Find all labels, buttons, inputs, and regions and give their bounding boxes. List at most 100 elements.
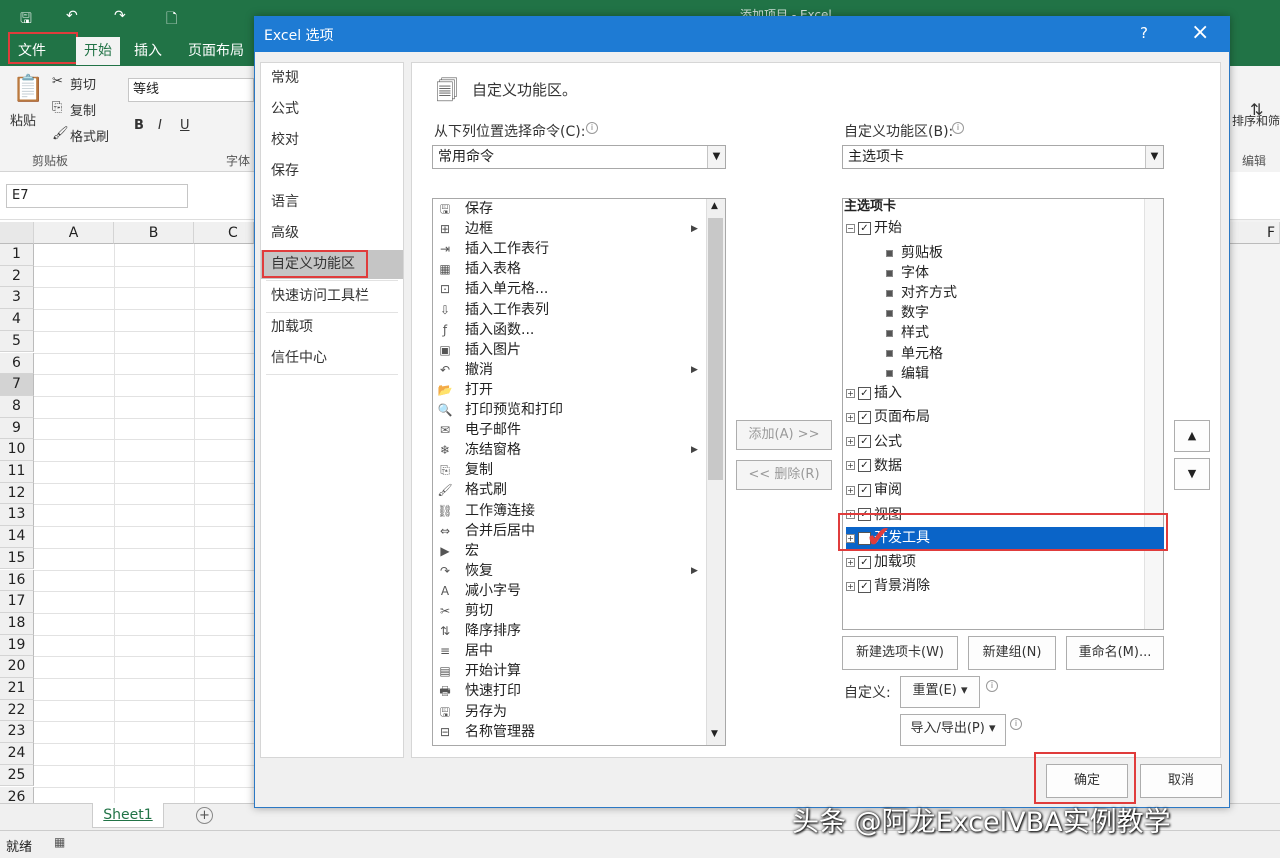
customize-ribbon-select[interactable]: 主选项卡 ▼ (842, 145, 1164, 169)
help-button[interactable]: ? (1140, 24, 1148, 42)
tree-tab[interactable]: + ✓ 公式 (846, 431, 902, 453)
row-header[interactable]: 10 (0, 439, 34, 461)
paste-button[interactable]: 粘贴 (10, 110, 36, 129)
command-item[interactable]: 📂 打开 (433, 380, 705, 400)
row-header[interactable]: 20 (0, 656, 34, 678)
sort-filter-button[interactable]: 排序和筛 (1232, 112, 1280, 129)
nav-item[interactable]: 信任中心 (261, 344, 403, 373)
row-header[interactable]: 11 (0, 461, 34, 483)
tree-tab[interactable]: + ✓ 背景消除 (846, 575, 930, 597)
move-down-button[interactable]: ▼ (1174, 458, 1210, 490)
add-button[interactable]: 添加(A) >> (736, 420, 832, 450)
command-item[interactable]: ⊟ 名称管理器 (433, 722, 705, 742)
font-name-box[interactable]: 等线 (128, 78, 254, 102)
redo-icon[interactable]: ↷ (114, 8, 126, 24)
tree-group[interactable]: 数字 (886, 302, 929, 324)
bold-button[interactable]: B (134, 118, 144, 133)
command-item[interactable]: ⛓ 工作簿连接 (433, 501, 705, 521)
tree-tab[interactable]: + ✓ 数据 (846, 455, 902, 477)
row-header[interactable]: 16 (0, 569, 34, 592)
row-header[interactable]: 4 (0, 309, 34, 331)
rename-button[interactable]: 重命名(M)... (1066, 636, 1164, 670)
import-export-button[interactable]: 导入/导出(P) ▾ (900, 714, 1006, 746)
nav-item[interactable]: 快速访问工具栏 (261, 282, 403, 311)
tree-group[interactable]: 对齐方式 (886, 282, 957, 304)
sheet-tab[interactable]: Sheet1 (92, 803, 164, 828)
row-header[interactable]: 2 (0, 265, 34, 288)
nav-item[interactable]: 常规 (261, 64, 403, 93)
tree-tab[interactable]: + ✓ 页面布局 (846, 406, 930, 428)
command-item[interactable]: ⇔ 合并后居中 (433, 521, 705, 541)
select-all-corner[interactable] (0, 222, 34, 244)
reset-button[interactable]: 重置(E) ▾ (900, 676, 980, 708)
tab-insert[interactable]: 插入 (126, 37, 170, 65)
row-header[interactable]: 25 (0, 764, 34, 787)
row-header[interactable]: 19 (0, 634, 34, 657)
column-header-c[interactable]: C (194, 222, 254, 244)
row-header[interactable]: 9 (0, 417, 34, 440)
row-header[interactable]: 15 (0, 547, 34, 570)
format-painter-button[interactable]: 格式刷 (70, 126, 109, 145)
macro-record-icon[interactable]: ▦ (54, 835, 65, 849)
command-item[interactable]: ƒ 插入函数... (433, 320, 705, 340)
command-item[interactable]: 🖫 保存 (433, 199, 705, 219)
row-header[interactable]: 13 (0, 504, 34, 527)
command-item[interactable]: ▦ 插入表格 (433, 259, 705, 279)
row-header[interactable]: 6 (0, 352, 34, 375)
tree-scrollbar[interactable] (1144, 199, 1163, 629)
tree-group[interactable]: 剪贴板 (886, 242, 943, 264)
row-header[interactable]: 12 (0, 482, 34, 505)
command-item[interactable]: ↷ 恢复 ▶ (433, 561, 705, 581)
cut-button[interactable]: 剪切 (70, 74, 96, 93)
command-item[interactable]: ⊡ 插入单元格... (433, 279, 705, 299)
command-item[interactable]: ↶ 撤消 ▶ (433, 360, 705, 380)
new-tab-button[interactable]: 新建选项卡(W) (842, 636, 958, 670)
tree-group[interactable]: 样式 (886, 322, 929, 344)
copy-button[interactable]: 复制 (70, 100, 96, 119)
close-icon[interactable]: × (1191, 20, 1209, 45)
row-header[interactable]: 18 (0, 612, 34, 635)
row-header[interactable]: 23 (0, 721, 34, 744)
command-item[interactable]: ⇅ 降序排序 (433, 621, 705, 641)
remove-button[interactable]: << 删除(R) (736, 460, 832, 490)
command-item[interactable]: ⇥ 插入工作表行 (433, 239, 705, 259)
move-up-button[interactable]: ▲ (1174, 420, 1210, 452)
cancel-button[interactable]: 取消 (1140, 764, 1222, 798)
nav-item[interactable]: 保存 (261, 157, 403, 186)
row-header[interactable]: 21 (0, 678, 34, 700)
row-header[interactable]: 17 (0, 591, 34, 613)
paste-icon[interactable]: 📋 (12, 74, 44, 104)
underline-button[interactable]: U (180, 118, 190, 133)
command-item[interactable]: ▣ 插入图片 (433, 340, 705, 360)
command-item[interactable]: ✂ 剪切 (433, 601, 705, 621)
command-item[interactable]: 🔍 打印预览和打印 (433, 400, 705, 420)
column-header-f[interactable]: F (1230, 222, 1280, 244)
tab-home[interactable]: 开始 (76, 37, 120, 65)
command-item[interactable]: ▤ 开始计算 (433, 661, 705, 681)
row-header[interactable]: 7 (0, 374, 34, 396)
nav-item[interactable]: 语言 (261, 188, 403, 217)
choose-commands-select[interactable]: 常用命令 ▼ (432, 145, 726, 169)
column-header-a[interactable]: A (34, 222, 114, 244)
new-group-button[interactable]: 新建组(N) (968, 636, 1056, 670)
nav-item[interactable]: 加载项 (261, 313, 403, 342)
row-header[interactable]: 14 (0, 526, 34, 548)
row-header[interactable]: 24 (0, 743, 34, 765)
tree-header[interactable]: 主选项卡 (844, 196, 896, 218)
row-header[interactable]: 3 (0, 287, 34, 310)
command-item[interactable]: ⇩ 插入工作表列 (433, 300, 705, 320)
italic-button[interactable]: I (158, 118, 162, 133)
row-header[interactable]: 8 (0, 395, 34, 418)
command-item[interactable]: ❄ 冻结窗格 ▶ (433, 440, 705, 460)
command-item[interactable]: 🖫 另存为 (433, 702, 705, 722)
row-header[interactable]: 5 (0, 330, 34, 353)
row-header[interactable]: 22 (0, 699, 34, 722)
tree-tab[interactable]: + ✓ 插入 (846, 382, 902, 404)
tree-tab-home[interactable]: − ✓ 开始 (846, 217, 902, 239)
nav-item[interactable]: 高级 (261, 219, 403, 248)
commands-scroll-thumb[interactable] (708, 218, 723, 480)
tree-group[interactable]: 字体 (886, 262, 929, 284)
name-box[interactable]: E7 (6, 184, 188, 208)
command-item[interactable]: A 减小字号 (433, 581, 705, 601)
column-header-b[interactable]: B (114, 222, 194, 244)
